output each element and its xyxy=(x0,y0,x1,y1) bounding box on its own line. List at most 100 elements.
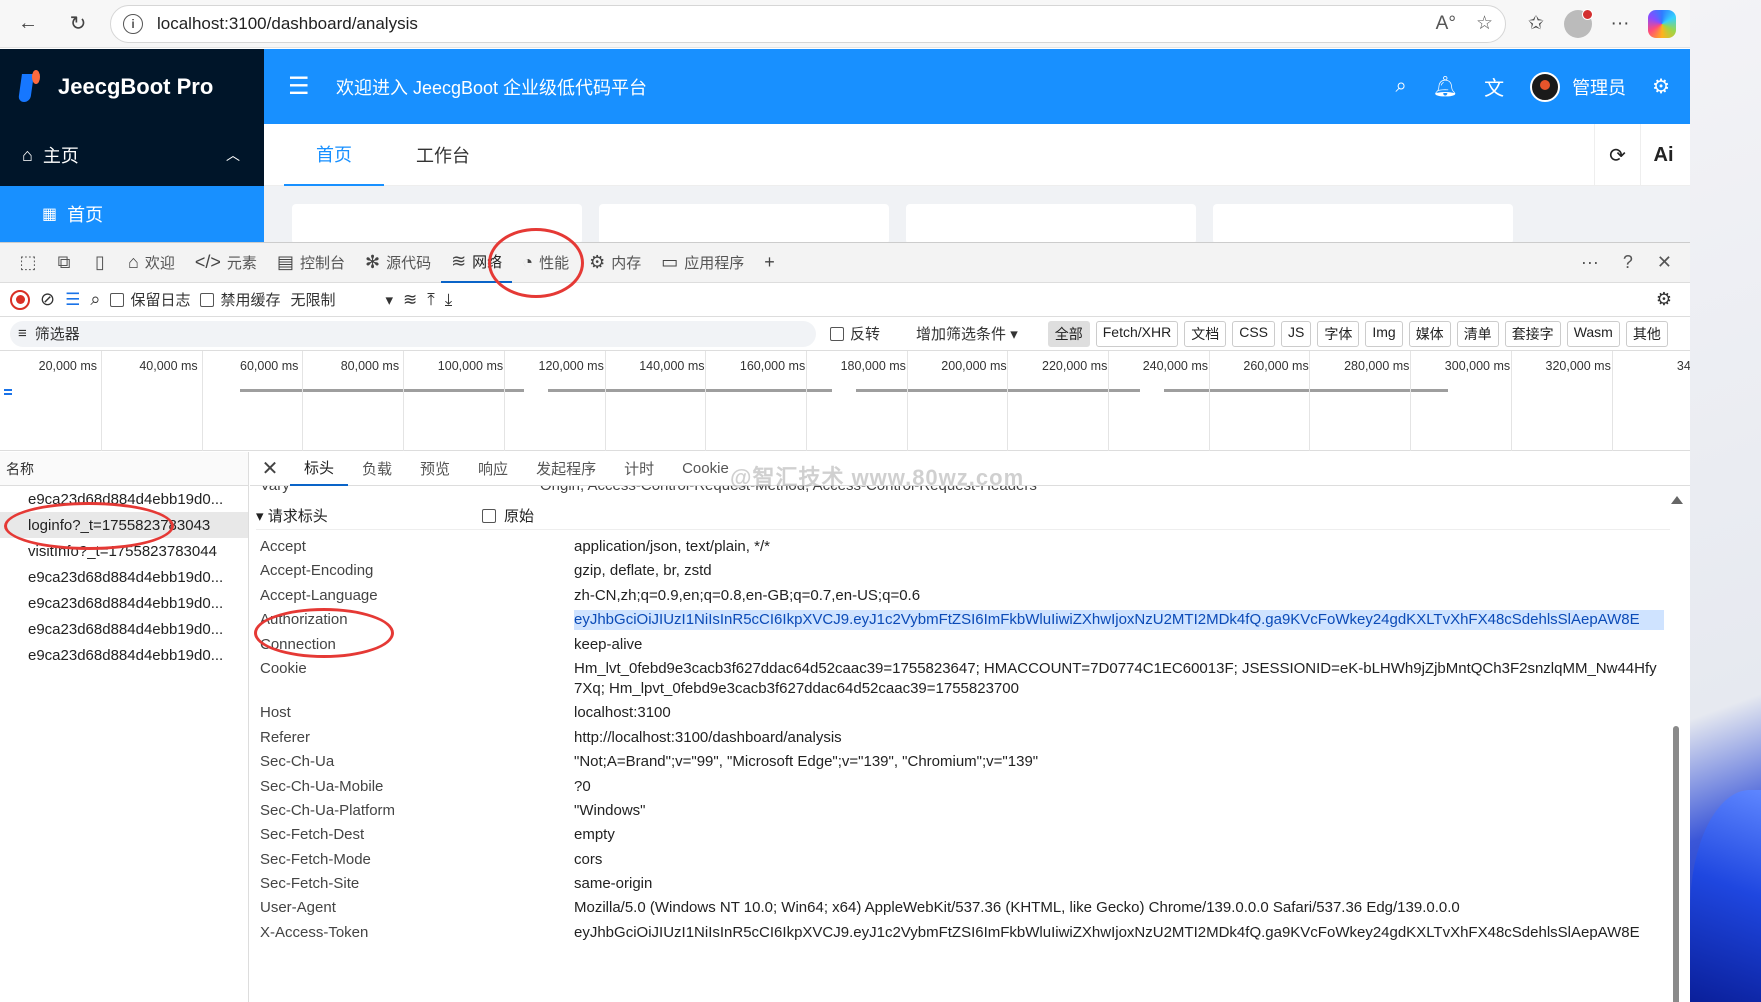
raw-checkbox[interactable]: 原始 xyxy=(482,505,534,526)
network-conditions-icon[interactable]: ≋ xyxy=(403,290,417,310)
tab-preview[interactable]: 预览 xyxy=(406,452,464,486)
bell-icon[interactable]: 🔔︎ xyxy=(1433,74,1458,99)
tab-sources[interactable]: ✻ 源代码 xyxy=(355,243,441,283)
tab-workbench[interactable]: 工作台 xyxy=(384,124,502,186)
detail-scrollbar[interactable] xyxy=(1667,486,1685,1002)
tab-timing[interactable]: 计时 xyxy=(610,452,668,486)
user-avatar[interactable] xyxy=(1530,71,1561,102)
invert-checkbox[interactable]: 反转 xyxy=(830,323,880,344)
header-value[interactable]: empty xyxy=(574,825,1664,845)
header-value[interactable]: eyJhbGciOiJIUzI1NiIsInR5cCI6IkpXVCJ9.eyJ… xyxy=(574,923,1664,943)
header-value[interactable]: application/json, text/plain, */* xyxy=(574,537,1664,557)
record-icon[interactable] xyxy=(10,289,30,310)
checkbox-box[interactable] xyxy=(482,508,496,523)
name-column-header[interactable]: 名称 xyxy=(0,452,248,486)
header-value[interactable]: ?0 xyxy=(574,777,1664,797)
tab-performance[interactable]: ◔ 性能 xyxy=(512,243,579,283)
header-value[interactable]: localhost:3100 xyxy=(574,703,1664,723)
header-value[interactable]: Mozilla/5.0 (Windows NT 10.0; Win64; x64… xyxy=(574,898,1664,918)
tab-network[interactable]: ≋ 网络 xyxy=(441,243,513,283)
favorites-icon[interactable]: ✩ xyxy=(1520,12,1552,35)
copilot-icon[interactable] xyxy=(1648,9,1676,38)
close-detail-icon[interactable]: ✕ xyxy=(250,456,290,481)
request-row[interactable]: visitInfo?_t=1755823783044 xyxy=(0,538,248,564)
refresh-icon[interactable]: ⟳ xyxy=(1594,124,1640,186)
chip-wasm[interactable]: Wasm xyxy=(1566,320,1620,347)
header-value[interactable]: zh-CN,zh;q=0.9,en;q=0.8,en-GB;q=0.7,en-U… xyxy=(574,586,1664,606)
read-aloud-icon[interactable]: A° xyxy=(1436,13,1456,35)
chip-img[interactable]: Img xyxy=(1365,320,1403,347)
scroll-up-icon[interactable] xyxy=(1671,496,1683,504)
inspect-element-icon[interactable]: ⬚ xyxy=(10,252,46,273)
throttle-select[interactable]: 无限制 xyxy=(290,289,335,310)
request-row[interactable]: e9ca23d68d884d4ebb19d0... xyxy=(0,590,248,616)
chip-css[interactable]: CSS xyxy=(1232,320,1275,347)
more-filters-dropdown[interactable]: 增加筛选条件 ▾ xyxy=(916,323,1018,344)
search-icon[interactable]: ⌕ xyxy=(90,289,100,310)
request-row[interactable]: e9ca23d68d884d4ebb19d0... xyxy=(0,616,248,642)
checkbox-box[interactable] xyxy=(200,292,215,307)
translate-icon[interactable]: 文 xyxy=(1484,72,1504,101)
scroll-thumb[interactable] xyxy=(1673,726,1679,1002)
request-headers-section[interactable]: ▾ 请求标头 原始 xyxy=(256,502,1670,530)
disable-cache-checkbox[interactable]: 禁用缓存 xyxy=(200,289,280,310)
header-value[interactable]: "Not;A=Brand";v="99", "Microsoft Edge";v… xyxy=(574,752,1664,772)
search-icon[interactable]: ⌕ xyxy=(1395,75,1406,98)
reload-icon[interactable]: ↻ xyxy=(60,6,96,42)
tab-application[interactable]: ▭ 应用程序 xyxy=(651,243,754,283)
header-value[interactable]: "Windows" xyxy=(574,801,1664,821)
profile-avatar[interactable] xyxy=(1564,8,1593,38)
url-text[interactable]: localhost:3100/dashboard/analysis xyxy=(157,14,1416,34)
header-value[interactable]: http://localhost:3100/dashboard/analysis xyxy=(574,728,1664,748)
filter-funnel-icon[interactable]: ☰ xyxy=(65,290,80,310)
more-options-icon[interactable]: ··· xyxy=(1581,252,1599,273)
chip-manifest[interactable]: 清单 xyxy=(1456,320,1499,347)
add-tab-icon[interactable]: + xyxy=(754,243,785,283)
help-icon[interactable]: ? xyxy=(1623,252,1633,273)
favorite-star-icon[interactable]: ☆ xyxy=(1476,12,1493,35)
network-settings-gear-icon[interactable]: ⚙ xyxy=(1656,289,1672,310)
clear-icon[interactable]: ⊘ xyxy=(40,289,55,310)
header-value[interactable]: cors xyxy=(574,850,1664,870)
chip-socket[interactable]: 套接字 xyxy=(1504,320,1561,347)
tab-headers[interactable]: 标头 xyxy=(290,452,349,486)
ai-button[interactable]: Ai xyxy=(1640,124,1686,186)
dock-side-icon[interactable]: ▯ xyxy=(82,252,118,273)
chip-doc[interactable]: 文档 xyxy=(1184,320,1227,347)
tab-memory[interactable]: ⚙ 内存 xyxy=(579,243,651,283)
chip-font[interactable]: 字体 xyxy=(1317,320,1360,347)
section-title[interactable]: ▾ 请求标头 xyxy=(256,505,328,526)
upload-icon[interactable]: ⤒ xyxy=(427,290,435,310)
chip-fetch-xhr[interactable]: Fetch/XHR xyxy=(1095,320,1179,347)
request-row[interactable]: e9ca23d68d884d4ebb19d0... xyxy=(0,642,248,668)
request-row[interactable]: e9ca23d68d884d4ebb19d0... xyxy=(0,486,248,512)
checkbox-box[interactable] xyxy=(830,326,844,341)
chip-other[interactable]: 其他 xyxy=(1625,320,1668,347)
menu-item-dashboard[interactable]: ▦ 首页 xyxy=(0,186,264,242)
address-bar[interactable]: i localhost:3100/dashboard/analysis A° ☆ xyxy=(110,4,1506,43)
back-icon[interactable]: ← xyxy=(10,6,46,42)
timeline-overview[interactable]: 20,000 ms 40,000 ms 60,000 ms 80,000 ms 100,… xyxy=(0,351,1690,451)
settings-gear-icon[interactable]: ⚙ xyxy=(1652,74,1670,99)
preserve-log-checkbox[interactable]: 保留日志 xyxy=(110,289,190,310)
checkbox-box[interactable] xyxy=(110,292,125,307)
header-value[interactable]: gzip, deflate, br, zstd xyxy=(574,561,1664,581)
chip-media[interactable]: 媒体 xyxy=(1408,320,1451,347)
request-row[interactable]: e9ca23d68d884d4ebb19d0... xyxy=(0,564,248,590)
device-emulation-icon[interactable]: ⧉ xyxy=(46,252,82,273)
close-devtools-icon[interactable]: ✕ xyxy=(1657,252,1672,273)
header-value[interactable]: keep-alive xyxy=(574,635,1664,655)
tab-console[interactable]: ▤ 控制台 xyxy=(267,243,355,283)
chip-all[interactable]: 全部 xyxy=(1047,320,1090,347)
header-value[interactable]: Hm_lvt_0febd9e3cacb3f627ddac64d52caac39=… xyxy=(574,659,1664,699)
tab-home[interactable]: 首页 xyxy=(284,124,384,186)
request-row[interactable]: loginfo?_t=1755823783043 xyxy=(0,512,248,538)
dropdown-arrow-icon[interactable]: ▾ xyxy=(385,291,393,309)
header-value[interactable]: eyJhbGciOiJIUzI1NiIsInR5cCI6IkpXVCJ9.eyJ… xyxy=(574,610,1664,631)
tab-welcome[interactable]: ⌂ 欢迎 xyxy=(118,243,185,283)
menu-item-home[interactable]: ⌂ 主页 ︿ xyxy=(0,124,264,186)
tab-elements[interactable]: </> 元素 xyxy=(185,243,267,283)
header-value[interactable]: same-origin xyxy=(574,874,1664,894)
username[interactable]: 管理员 xyxy=(1572,74,1626,100)
more-menu-icon[interactable]: ··· xyxy=(1604,13,1636,35)
